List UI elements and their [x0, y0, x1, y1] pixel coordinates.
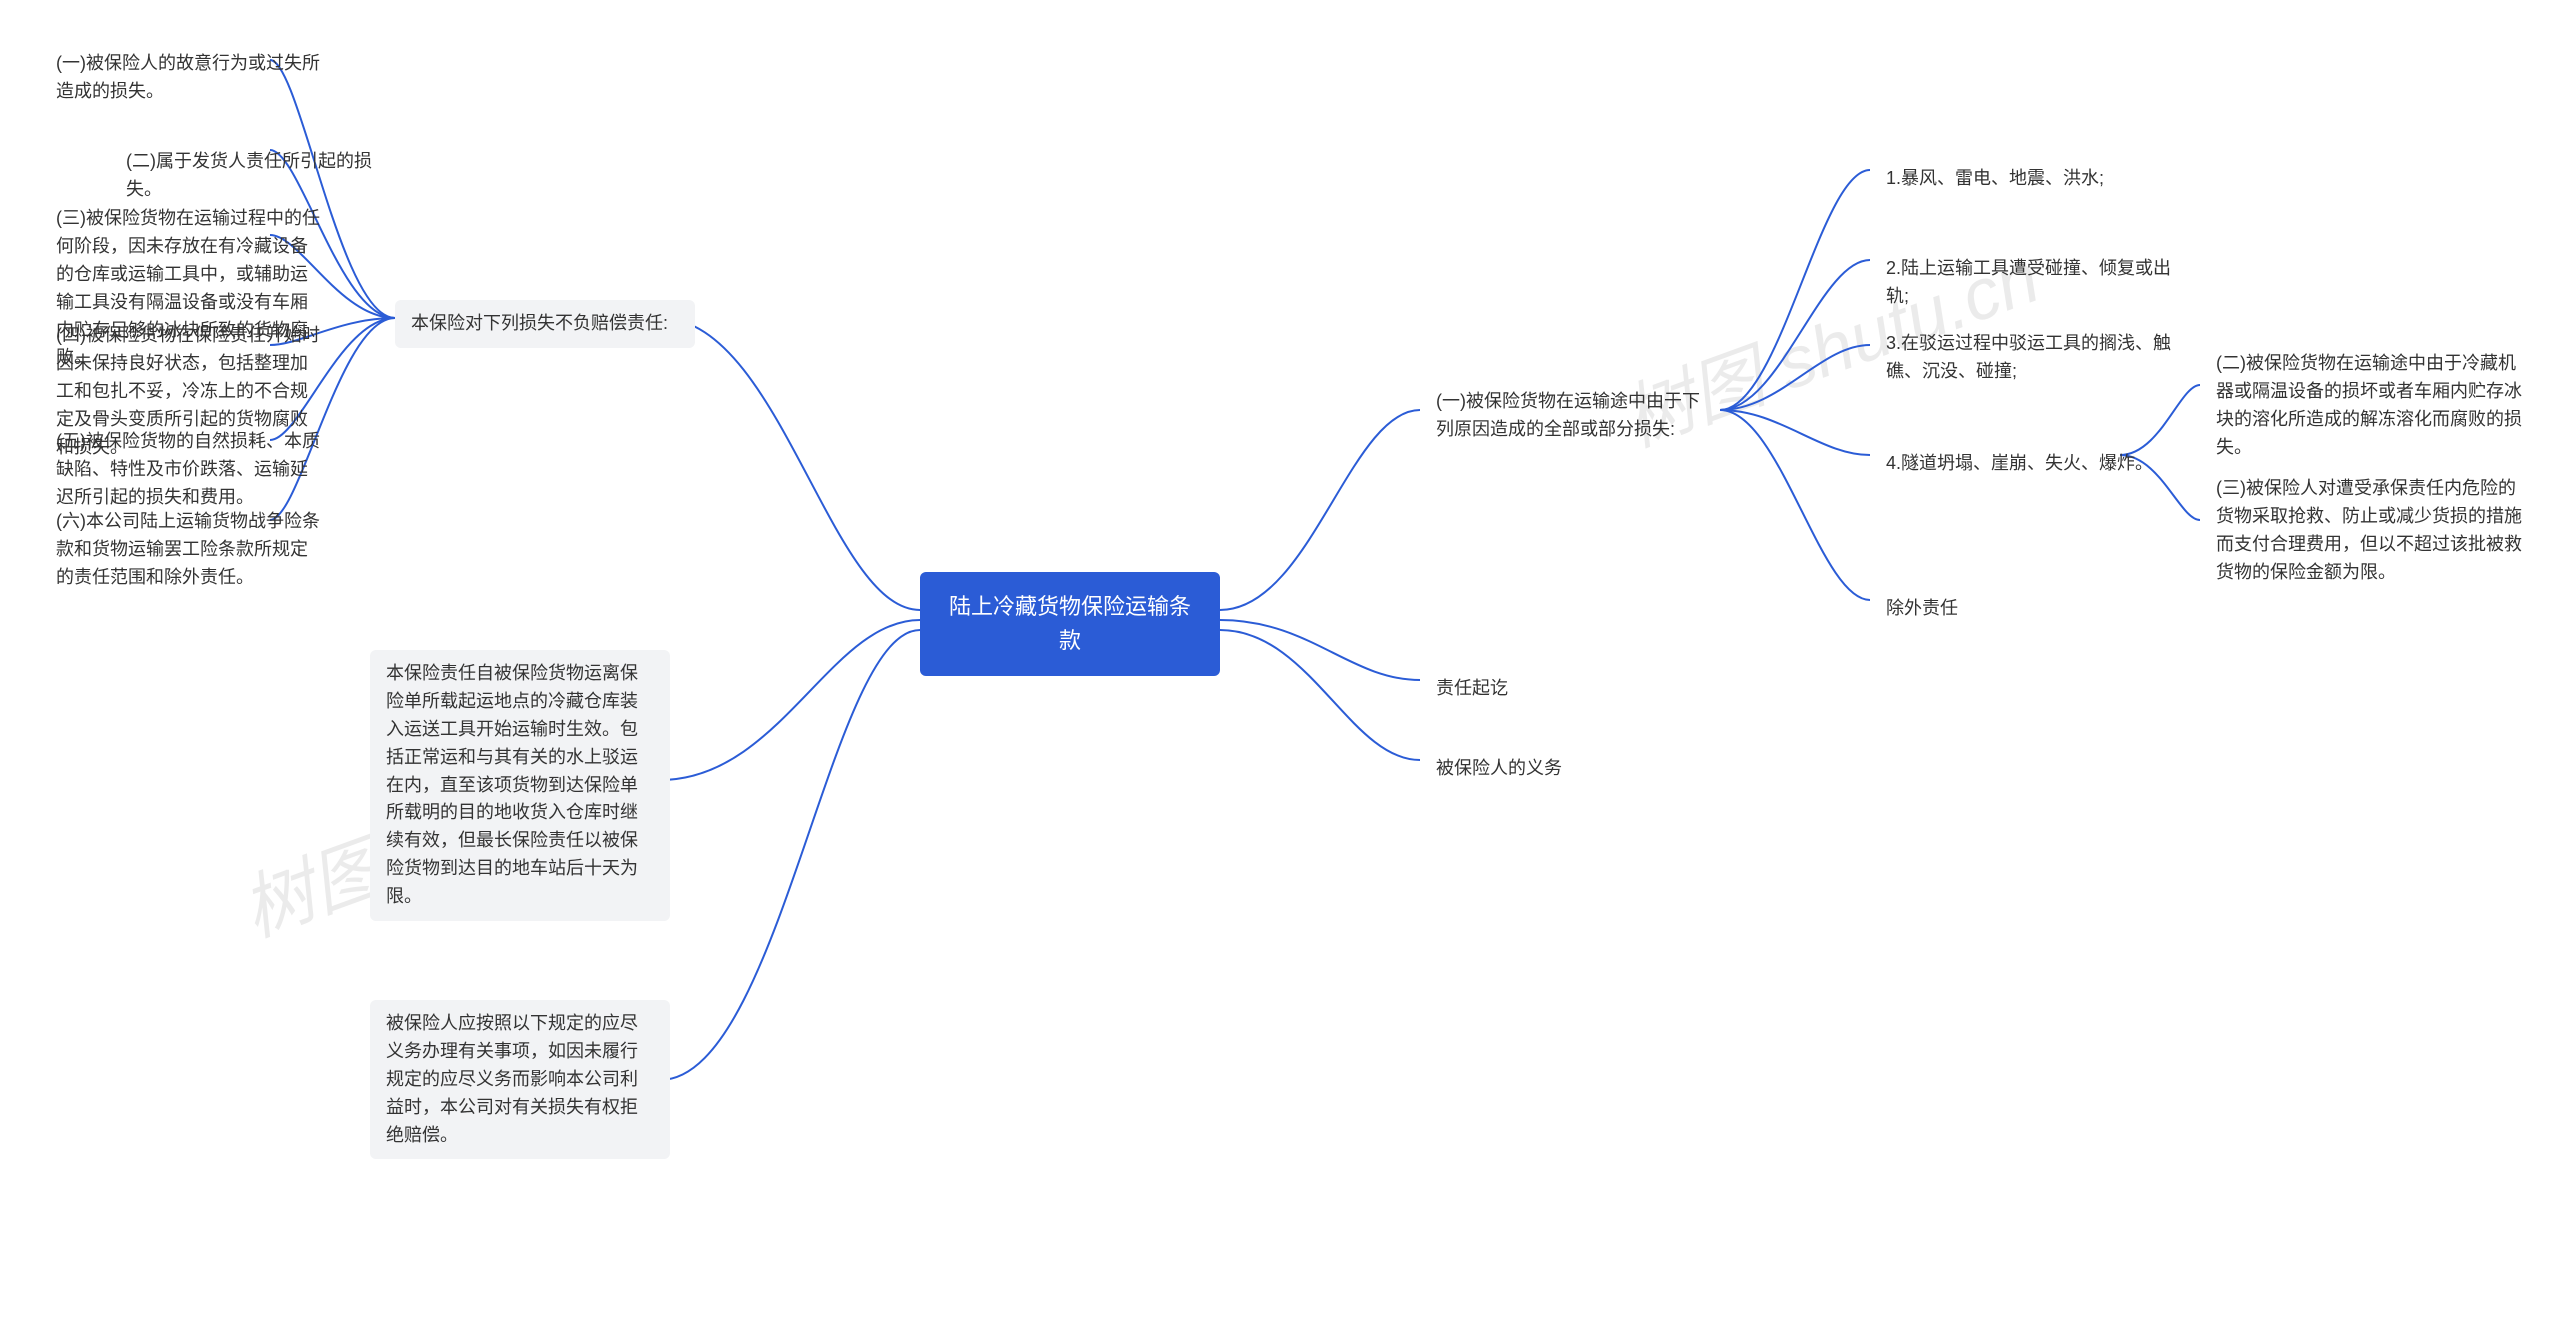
covered-4a-node[interactable]: (二)被保险货物在运输途中由于冷藏机器或隔温设备的损坏或者车厢内贮存冰块的溶化所… — [2200, 340, 2540, 472]
insured-duty-node[interactable]: 被保险人应按照以下规定的应尽义务办理有关事项，如因未履行规定的应尽义务而影响本公… — [370, 1000, 670, 1159]
root-node[interactable]: 陆上冷藏货物保险运输条款 — [920, 572, 1220, 676]
covered-3-node[interactable]: 3.在驳运过程中驳运工具的搁浅、触礁、沉没、碰撞; — [1870, 320, 2190, 396]
covered-1-node[interactable]: 1.暴风、雷电、地震、洪水; — [1870, 155, 2190, 203]
covered-4-node[interactable]: 4.隧道坍塌、崖崩、失火、爆炸。 — [1870, 440, 2170, 488]
period-label-node[interactable]: 责任起讫 — [1420, 665, 1524, 713]
liability-period-node[interactable]: 本保险责任自被保险货物运离保险单所载起运地点的冷藏仓库装入运送工具开始运输时生效… — [370, 650, 670, 921]
duty-label-node[interactable]: 被保险人的义务 — [1420, 745, 1578, 793]
exclusion-1-node[interactable]: (一)被保险人的故意行为或过失所造成的损失。 — [40, 40, 340, 116]
covered-2-node[interactable]: 2.陆上运输工具遭受碰撞、倾复或出轨; — [1870, 245, 2190, 321]
covered-except-node[interactable]: 除外责任 — [1870, 585, 1974, 633]
exclusions-header-node[interactable]: 本保险对下列损失不负赔偿责任: — [395, 300, 695, 348]
exclusion-6-node[interactable]: (六)本公司陆上运输货物战争险条款和货物运输罢工险条款所规定的责任范围和除外责任… — [40, 498, 340, 602]
covered-4b-node[interactable]: (三)被保险人对遭受承保责任内危险的货物采取抢救、防止或减少货损的措施而支付合理… — [2200, 465, 2540, 597]
covered-header-node[interactable]: (一)被保险货物在运输途中由于下列原因造成的全部或部分损失: — [1420, 378, 1720, 454]
